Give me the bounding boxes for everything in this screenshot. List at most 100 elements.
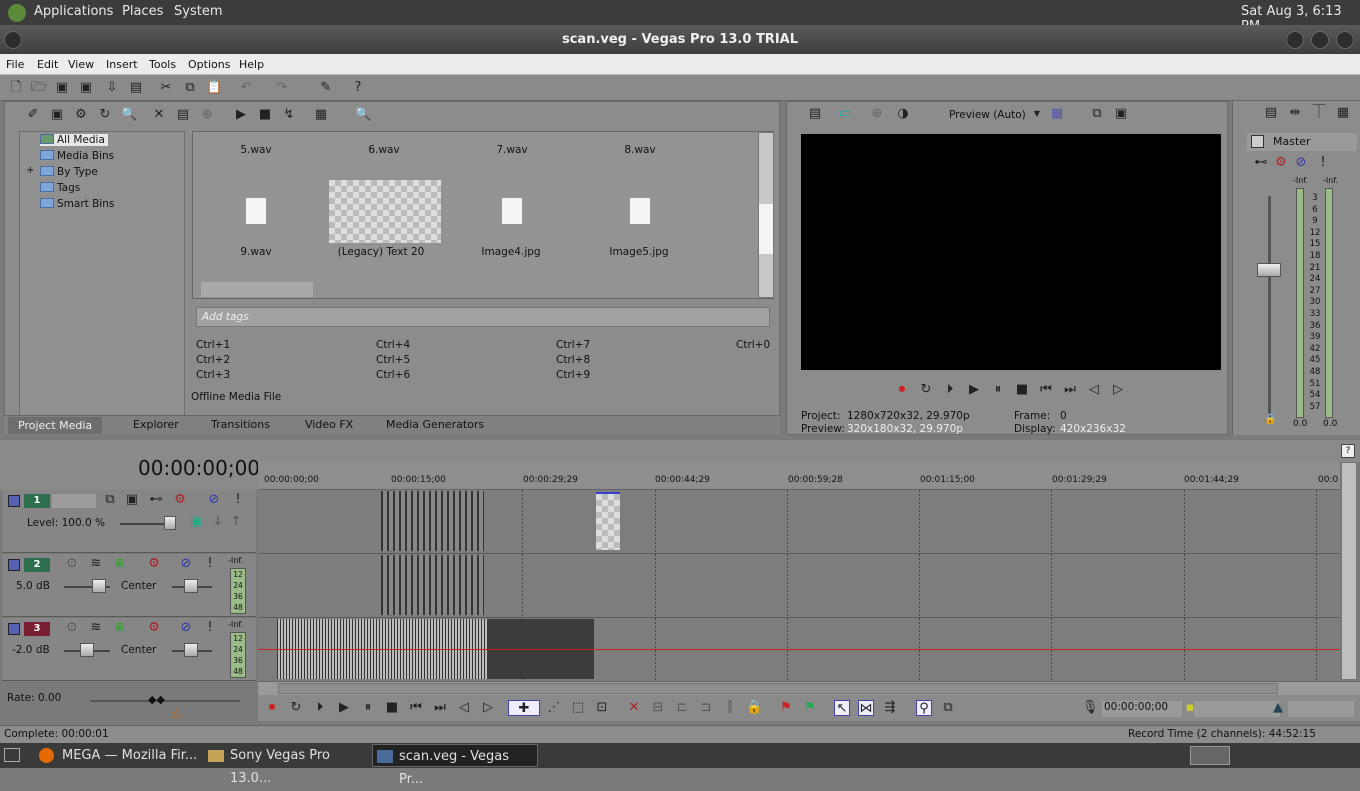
shortcut-ctrl8[interactable]: Ctrl+8 xyxy=(556,354,590,366)
fx-icon[interactable]: ⊕ xyxy=(869,106,885,122)
marker-icon[interactable]: ⚑ xyxy=(778,700,794,716)
hscroll-thumb[interactable] xyxy=(278,683,1278,694)
tree-item-by-type[interactable]: By Type xyxy=(40,166,98,178)
shortcut-ctrl6[interactable]: Ctrl+6 xyxy=(376,369,410,381)
dim-output-icon[interactable]: ⏉ xyxy=(1311,105,1327,121)
refresh-icon[interactable]: ↻ xyxy=(97,107,113,123)
save-as-icon[interactable]: ▣ xyxy=(78,80,94,96)
arm-record-icon[interactable]: ⊙ xyxy=(64,556,80,572)
record-icon[interactable]: ⏺ xyxy=(894,382,910,398)
media-properties-icon[interactable]: ▤ xyxy=(175,107,191,123)
track-header-1[interactable]: 1 ⧉ ▣ ⊷ ⚙ ⊘ ! Level: 100.0 % ▣ ↓ ↑ xyxy=(2,490,256,553)
save-icon[interactable]: ▣ xyxy=(54,80,70,96)
zoom-tool-icon[interactable]: ⊡ xyxy=(594,700,610,716)
preview-screen[interactable] xyxy=(801,134,1221,370)
tree-item-all-media[interactable]: All Media xyxy=(40,134,108,146)
media-item-8wav[interactable]: 8.wav xyxy=(580,144,700,156)
stop-icon[interactable]: ■ xyxy=(384,700,400,716)
menu-insert[interactable]: Insert xyxy=(106,58,138,71)
help-icon[interactable]: ? xyxy=(350,80,366,96)
trim-icon[interactable]: ⊟ xyxy=(650,700,666,716)
master-bus-header[interactable]: Master xyxy=(1247,133,1357,151)
remove-icon[interactable]: ✕ xyxy=(151,107,167,123)
envelope-tool-icon[interactable]: ⋰ xyxy=(546,700,562,716)
trim-start-icon[interactable]: ⊏ xyxy=(674,700,690,716)
show-desktop-icon[interactable] xyxy=(4,748,20,762)
shortcut-ctrl7[interactable]: Ctrl+7 xyxy=(556,339,590,351)
envelope-icon[interactable]: ≋ xyxy=(88,620,104,636)
media-item-7wav[interactable]: 7.wav xyxy=(452,144,572,156)
views-icon[interactable]: ▦ xyxy=(313,107,329,123)
applications-icon[interactable] xyxy=(8,4,26,22)
media-item-image5[interactable]: Image5.jpg xyxy=(579,246,699,258)
master-solo-icon[interactable]: ! xyxy=(1315,155,1331,171)
split-screen-icon[interactable]: ◑ xyxy=(895,106,911,122)
maximize-button[interactable] xyxy=(1311,31,1329,49)
text-thumbnail[interactable] xyxy=(329,180,441,243)
system-menu[interactable]: System xyxy=(174,4,222,19)
shortcut-ctrl9[interactable]: Ctrl+9 xyxy=(556,369,590,381)
volume-slider-knob[interactable] xyxy=(92,579,106,593)
selection-tool-icon[interactable]: ⬚ xyxy=(570,700,586,716)
ripple-icon[interactable]: ⇶ xyxy=(882,700,898,716)
tab-video-fx[interactable]: Video FX xyxy=(305,418,353,431)
auto-crossfade-icon[interactable]: ⋈ xyxy=(858,700,874,716)
shortcut-ctrl3[interactable]: Ctrl+3 xyxy=(196,369,230,381)
open-icon[interactable]: 🗁 xyxy=(31,80,47,96)
menu-tools[interactable]: Tools xyxy=(149,58,176,71)
compositing-icon[interactable]: ⧉ xyxy=(102,492,118,508)
ignore-grouping-icon[interactable]: ⧉ xyxy=(940,700,956,716)
undo-icon[interactable]: ↶ xyxy=(238,80,254,96)
menu-edit[interactable]: Edit xyxy=(37,58,58,71)
image-icon[interactable]: ▲ xyxy=(1270,700,1286,716)
menu-help[interactable]: Help xyxy=(239,58,264,71)
chevron-down-icon[interactable]: ▼ xyxy=(1029,106,1045,122)
render-icon[interactable]: ⇩ xyxy=(104,80,120,96)
pause-icon[interactable]: ⏸ xyxy=(990,382,1006,398)
go-to-end-icon[interactable]: ⏭ xyxy=(432,700,448,716)
play-icon[interactable]: ▶ xyxy=(233,107,249,123)
master-fader-knob[interactable] xyxy=(1257,263,1281,277)
tree-item-smart-bins[interactable]: Smart Bins xyxy=(40,198,114,210)
arrow-up-icon[interactable]: ↑ xyxy=(228,514,244,530)
end-time-field[interactable] xyxy=(1288,701,1354,717)
stop-icon[interactable]: ■ xyxy=(1014,382,1030,398)
track-collapse-icon[interactable] xyxy=(8,623,20,635)
track-fx-icon[interactable]: ⚙ xyxy=(146,556,162,572)
solo-icon[interactable]: ! xyxy=(230,492,246,508)
downmix-icon[interactable]: ⇹ xyxy=(1287,105,1303,121)
volume-slider-knob[interactable] xyxy=(80,643,94,657)
tab-project-media[interactable]: Project Media xyxy=(8,417,103,434)
cut-icon[interactable]: ✂ xyxy=(158,80,174,96)
copy-icon[interactable]: ⧉ xyxy=(182,80,198,96)
track-name-field[interactable] xyxy=(52,494,96,508)
track-collapse-icon[interactable] xyxy=(8,495,20,507)
mute-icon[interactable]: ⊘ xyxy=(178,556,194,572)
record-icon[interactable]: ⏺ xyxy=(264,700,280,716)
next-frame-icon[interactable]: ▷ xyxy=(1110,382,1126,398)
delete-icon[interactable]: ✕ xyxy=(626,700,642,716)
mixer-options-icon[interactable]: ▦ xyxy=(1335,105,1351,121)
timeline-menu-icon[interactable]: ? xyxy=(1341,444,1355,458)
loop-icon[interactable]: ↻ xyxy=(918,382,934,398)
properties-icon[interactable]: ▤ xyxy=(128,80,144,96)
media-item-9wav[interactable]: 9.wav xyxy=(196,246,316,258)
play-from-start-icon[interactable]: ⏵ xyxy=(942,382,958,398)
track-header-3[interactable]: 3 ⊙ ≋ ⊕ ⚙ ⊘ ! -Inf. -2.0 dB Center 12 24 3… xyxy=(2,618,256,681)
track-header-2[interactable]: 2 ⊙ ≋ ⊕ ⚙ ⊘ ! -Inf. 5.0 dB Center 12 24 36… xyxy=(2,554,256,617)
normal-edit-tool-icon[interactable]: ✚ xyxy=(508,700,540,716)
tags-input[interactable]: Add tags xyxy=(196,307,770,327)
timecode-display[interactable]: 00:00:00;00 xyxy=(138,456,260,480)
arrow-down-icon[interactable]: ↓ xyxy=(210,514,226,530)
lock-icon[interactable]: 🔒 xyxy=(746,700,762,716)
prev-frame-icon[interactable]: ◁ xyxy=(456,700,472,716)
pan-slider-knob[interactable] xyxy=(184,579,198,593)
master-fx-icon[interactable]: ⊷ xyxy=(1253,155,1269,171)
tab-media-generators[interactable]: Media Generators xyxy=(386,418,484,431)
get-media-icon[interactable]: ⚙ xyxy=(73,107,89,123)
new-icon[interactable]: 🗋 xyxy=(8,80,24,96)
media-hscroll-thumb[interactable] xyxy=(201,282,313,297)
level-slider-knob[interactable] xyxy=(164,516,176,530)
go-to-end-icon[interactable]: ⏭ xyxy=(1062,382,1078,398)
shortcut-ctrl5[interactable]: Ctrl+5 xyxy=(376,354,410,366)
